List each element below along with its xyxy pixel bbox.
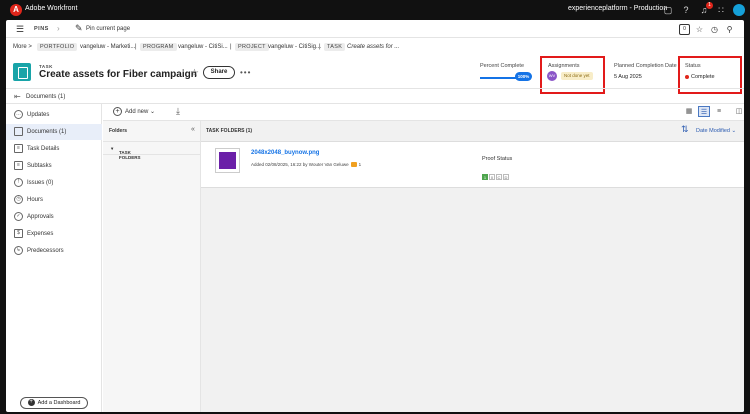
subtasks-icon: ≡ (14, 161, 23, 170)
collapse-double-chevron-icon[interactable]: « (191, 126, 195, 133)
search-icon[interactable]: ⚲ (724, 24, 735, 35)
document-thumbnail[interactable] (215, 148, 240, 173)
app-bar: A Adobe Workfront experienceplatform - P… (0, 0, 750, 20)
breadcrumb: More > PORTFOLIO vangeluw - Marketi... |… (13, 43, 400, 51)
percent-complete-value: 100% (515, 72, 532, 81)
sort-dropdown[interactable]: Date Modified ⌄ (696, 128, 736, 134)
download-icon[interactable]: ⤓ (176, 106, 180, 117)
page-title[interactable]: Create assets for Fiber campaign (39, 69, 197, 80)
check-icon: ✓ (14, 212, 23, 221)
document-meta: Added 02/08/2025, 16:22 by Wouter Van Ge… (251, 162, 362, 168)
breadcrumb-more[interactable]: More > (13, 44, 32, 50)
apps-grid-icon[interactable]: ∷ (715, 4, 727, 16)
nav-item-updates[interactable]: … Updates (6, 107, 102, 123)
clock-icon: ◷ (14, 195, 23, 204)
task-type-icon (13, 63, 31, 81)
task-folders-row[interactable]: ▾ TASK FOLDERS (103, 141, 201, 160)
pin-current-page[interactable]: Pin current page (86, 26, 130, 32)
share-button[interactable]: Share (203, 66, 235, 79)
panel-toggle-icon[interactable]: ◫ (733, 106, 744, 117)
comment-bubble-icon (350, 162, 357, 168)
add-dashboard-button[interactable]: + Add a Dashboard (20, 397, 88, 409)
nav-item-approvals[interactable]: ✓ Approvals (6, 209, 102, 225)
proof-chip: 1 (482, 174, 488, 180)
assignments-label: Assignments (548, 63, 580, 69)
sort-order-icon[interactable]: ⇅ (681, 124, 689, 135)
org-name[interactable]: experienceplatform - Production (568, 5, 667, 12)
breadcrumb-project[interactable]: vangeluw - CitiSig... (268, 44, 321, 50)
collapse-left-icon[interactable]: ⇤ (14, 92, 21, 101)
nav-item-issues[interactable]: ! Issues (0) (6, 175, 102, 191)
nav-item-expenses[interactable]: $ Expenses (6, 226, 102, 242)
money-icon: $ (14, 229, 23, 238)
breadcrumb-portfolio[interactable]: vangeluw - Marketi... (80, 44, 135, 50)
left-nav: … Updates Documents (1) ≡ Task Details ≡… (6, 104, 102, 412)
star-icon[interactable]: ☆ (694, 24, 705, 35)
list-item[interactable]: 2048x2048_buynow.png Added 02/08/2025, 1… (201, 141, 744, 188)
status-value[interactable]: Complete (691, 74, 715, 80)
favorite-star-icon[interactable]: ☆ (190, 68, 199, 79)
chat-icon: … (14, 110, 23, 119)
document-list: TASK FOLDERS (1) ⇅ Date Modified ⌄ 2048x… (201, 120, 744, 412)
app-name: Adobe Workfront (25, 5, 78, 12)
nav-item-task-details[interactable]: ≡ Task Details (6, 141, 102, 157)
avatar[interactable] (733, 4, 745, 16)
add-new-button[interactable]: + Add new ⌄ (113, 107, 155, 116)
breadcrumb-program-tag: PROGRAM (140, 43, 177, 51)
comment-count: 1 (358, 162, 362, 167)
documents-toolbar: + Add new ⌄ ⤓ ▦ ☰ ≡ ◫ (103, 104, 744, 120)
pins-label[interactable]: PINS (34, 26, 49, 32)
planned-completion-value[interactable]: 5 Aug 2025 (614, 74, 642, 80)
documents-bar: ⇤ Documents (1) (6, 88, 744, 104)
main-frame: ☰ PINS › ✎ Pin current page 0 ☆ ◷ ⚲ More… (6, 20, 744, 412)
documents-title: Documents (1) (26, 94, 66, 100)
pin-icon[interactable]: ✎ (75, 23, 83, 34)
notification-badge: 1 (706, 2, 713, 9)
plus-icon: + (27, 399, 35, 407)
breadcrumb-task-tag: TASK (324, 43, 346, 51)
planned-completion-label: Planned Completion Date (614, 63, 677, 69)
list-header: TASK FOLDERS (1) (206, 128, 253, 134)
folders-panel: Folders « ▾ TASK FOLDERS (103, 120, 201, 412)
list-view-icon[interactable]: ☰ (698, 106, 710, 117)
breadcrumb-portfolio-tag: PORTFOLIO (37, 43, 78, 51)
proof-chip: 0 (489, 174, 495, 180)
clipboard-icon[interactable]: 0 (679, 24, 690, 35)
hamburger-menu-icon[interactable]: ☰ (16, 25, 24, 34)
document-name-link[interactable]: 2048x2048_buynow.png (251, 150, 319, 156)
plus-circle-icon: + (113, 107, 122, 116)
proof-status-chips[interactable]: 10CD (482, 166, 510, 184)
proof-chip: D (503, 174, 509, 180)
percent-complete-label: Percent Complete (480, 63, 525, 69)
document-icon (14, 127, 23, 136)
predecessor-icon: ↳ (14, 246, 23, 255)
grid-view-icon[interactable]: ▦ (683, 106, 695, 117)
nav-item-subtasks[interactable]: ≡ Subtasks (6, 158, 102, 174)
adobe-logo-icon[interactable]: A (10, 4, 22, 16)
status-dot-icon (685, 75, 689, 79)
compact-list-icon[interactable]: ≡ (713, 106, 725, 117)
nav-item-hours[interactable]: ◷ Hours (6, 192, 102, 208)
comment-icon[interactable]: ▢ (662, 4, 674, 16)
assignment-status-badge[interactable]: Not done yet (561, 72, 593, 80)
help-icon[interactable]: ? (680, 4, 692, 16)
breadcrumb-program[interactable]: vangeluw - CitiSi... (178, 44, 228, 50)
details-icon: ≡ (14, 144, 23, 153)
pins-bar: ☰ PINS › ✎ Pin current page 0 ☆ ◷ ⚲ (6, 20, 744, 38)
status-label: Status (685, 63, 701, 69)
nav-item-predecessors[interactable]: ↳ Predecessors (6, 243, 102, 259)
chevron-right-icon: › (57, 24, 60, 33)
more-options-icon[interactable]: ••• (240, 68, 251, 77)
issues-icon: ! (14, 178, 23, 187)
proof-status-label: Proof Status (482, 156, 513, 162)
assignee-avatar[interactable]: WV (547, 71, 557, 81)
proof-chip: C (496, 174, 502, 180)
folders-header: Folders (109, 128, 128, 134)
breadcrumb-task[interactable]: Create assets for ... (347, 44, 399, 50)
nav-item-documents[interactable]: Documents (1) (6, 124, 102, 140)
history-icon[interactable]: ◷ (709, 24, 720, 35)
breadcrumb-project-tag: PROJECT (235, 43, 269, 51)
